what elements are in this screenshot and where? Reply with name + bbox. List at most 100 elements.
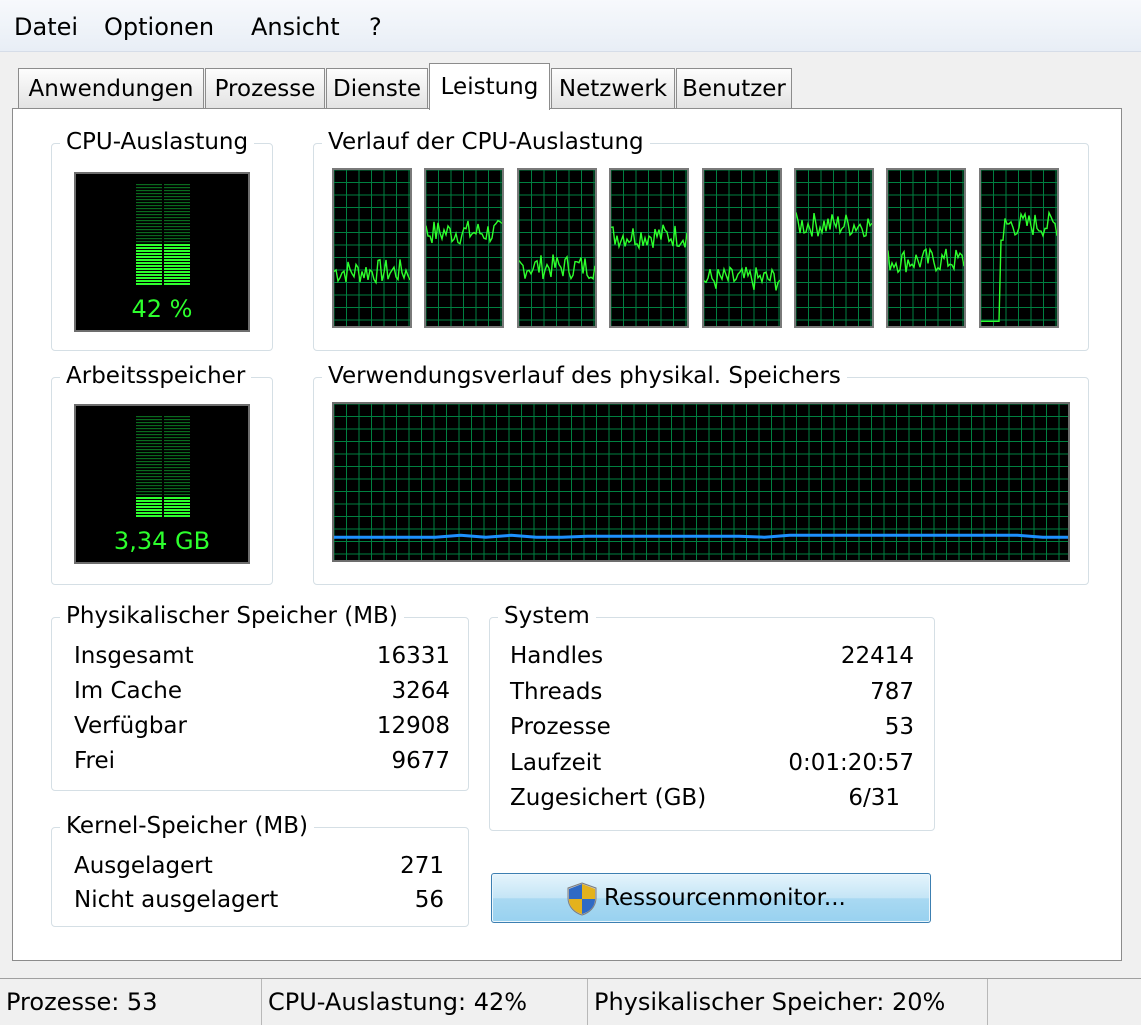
meter-segment: [164, 428, 190, 430]
system-group: System Handles 22414 Threads 787 Prozesse 53 L…: [489, 600, 935, 831]
meter-segment-lit: [136, 265, 162, 267]
meter-segment-lit: [136, 506, 162, 508]
meter-segment-lit: [136, 515, 162, 517]
cpu-core-plot-5: [703, 169, 781, 326]
meter-segment-lit: [164, 506, 190, 508]
meter-segment: [136, 491, 162, 493]
meter-segment: [136, 428, 162, 430]
system-title: System: [498, 600, 596, 632]
meter-segment-lit: [136, 250, 162, 252]
menu-ansicht[interactable]: Ansicht: [249, 12, 342, 42]
status-cpu: CPU-Auslastung: 42%: [262, 979, 588, 1025]
tab-prozesse[interactable]: Prozesse: [205, 68, 325, 108]
meter-segment-lit: [164, 268, 190, 270]
tab-anwendungen[interactable]: Anwendungen: [18, 68, 204, 108]
kernel-memory-title: Kernel-Speicher (MB): [60, 810, 315, 842]
meter-segment: [136, 479, 162, 481]
meter-segment: [164, 446, 190, 448]
meter-segment: [136, 476, 162, 478]
cpu-core-graph-2: [424, 168, 505, 328]
meter-segment: [136, 223, 162, 225]
cpu-core-plot-4: [610, 169, 688, 326]
row-label: Prozesse: [510, 714, 611, 740]
meter-segment-lit: [136, 271, 162, 273]
meter-segment: [136, 473, 162, 475]
meter-segment-lit: [136, 256, 162, 258]
meter-segment-lit: [164, 274, 190, 276]
row-value: 12908: [376, 713, 450, 739]
resource-monitor-button[interactable]: Ressourcenmonitor...: [491, 873, 931, 923]
meter-segment-lit: [164, 509, 190, 511]
meter-segment-lit: [136, 509, 162, 511]
cpu-core-plot-3: [518, 169, 596, 326]
meter-segment-lit: [164, 253, 190, 255]
row-value: 16331: [376, 643, 450, 669]
cpu-core-plot-1: [333, 169, 411, 326]
resource-monitor-label: Ressourcenmonitor...: [604, 885, 846, 911]
meter-segment: [164, 419, 190, 421]
meter-segment: [136, 229, 162, 231]
meter-segment: [164, 208, 190, 210]
meter-segment: [136, 196, 162, 198]
memory-meter-bars: [136, 416, 190, 517]
meter-segment: [136, 226, 162, 228]
cpu-core-graph-7: [886, 168, 967, 328]
meter-segment: [164, 488, 190, 490]
meter-segment: [164, 485, 190, 487]
meter-segment-lit: [164, 259, 190, 261]
meter-segment: [164, 202, 190, 204]
tab-leistung[interactable]: Leistung: [429, 63, 550, 110]
meter-segment: [136, 416, 162, 418]
meter-segment: [164, 491, 190, 493]
row-label: Nicht ausgelagert: [74, 887, 279, 913]
meter-segment: [136, 452, 162, 454]
meter-segment: [136, 488, 162, 490]
meter-segment: [164, 476, 190, 478]
meter-segment: [164, 232, 190, 234]
performance-page: CPU-Auslastung 42 % Verlauf der CPU-Ausl…: [12, 108, 1122, 961]
memory-history-line: [334, 533, 1068, 539]
memory-group: Arbeitsspeicher 3,34 GB: [51, 360, 273, 585]
meter-segment: [164, 482, 190, 484]
cpu-history-group: Verlauf der CPU-Auslastung: [313, 126, 1089, 351]
meter-segment: [164, 187, 190, 189]
meter-segment: [164, 223, 190, 225]
menu-help[interactable]: ?: [367, 12, 384, 42]
meter-segment: [136, 494, 162, 496]
cpu-core-graph-3: [516, 168, 597, 328]
meter-segment-lit: [136, 277, 162, 279]
meter-segment-lit: [164, 244, 190, 246]
row-value: 53: [884, 714, 914, 740]
meter-segment: [136, 467, 162, 469]
cpu-meter-bars: [136, 184, 190, 285]
row-value: 9677: [391, 748, 450, 774]
menu-datei[interactable]: Datei: [12, 12, 80, 42]
cpu-core-plot-2: [425, 169, 503, 326]
meter-segment: [136, 422, 162, 424]
meter-segment: [164, 434, 190, 436]
meter-segment: [164, 425, 190, 427]
memory-meter: 3,34 GB: [74, 404, 250, 564]
meter-segment: [164, 193, 190, 195]
tab-dienste[interactable]: Dienste: [326, 68, 428, 108]
row-label: Handles: [510, 643, 604, 669]
meter-segment: [136, 440, 162, 442]
memory-title: Arbeitsspeicher: [60, 360, 252, 392]
tab-benutzer[interactable]: Benutzer: [676, 68, 792, 108]
kernel-memory-group: Kernel-Speicher (MB) Ausgelagert 271 Nicht…: [51, 810, 469, 927]
meter-segment: [164, 461, 190, 463]
meter-segment-lit: [136, 259, 162, 261]
meter-segment: [164, 458, 190, 460]
physical-memory-group: Physikalischer Speicher (MB) Insgesamt 16…: [51, 600, 469, 791]
meter-segment-lit: [164, 277, 190, 279]
row-value: 56: [414, 887, 444, 913]
tab-netzwerk[interactable]: Netzwerk: [551, 68, 675, 108]
memory-history-title: Verwendungsverlauf des physikal. Speiche…: [322, 360, 847, 392]
meter-segment-lit: [136, 500, 162, 502]
meter-segment-lit: [164, 271, 190, 273]
row-label: Verfügbar: [74, 713, 187, 739]
menu-optionen[interactable]: Optionen: [102, 12, 216, 42]
cpu-core-graph-4: [609, 168, 690, 328]
meter-segment: [136, 187, 162, 189]
meter-segment: [164, 464, 190, 466]
